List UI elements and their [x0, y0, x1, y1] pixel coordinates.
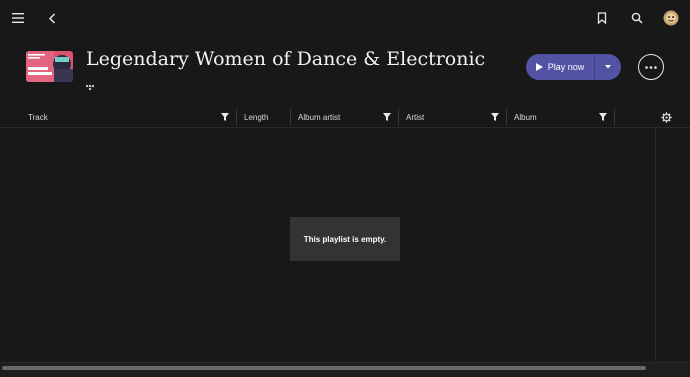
search-icon[interactable]	[630, 11, 644, 25]
column-album-label: Album	[514, 112, 537, 122]
filter-icon[interactable]	[218, 113, 232, 121]
column-edge	[655, 128, 656, 361]
top-bar	[0, 0, 690, 36]
column-album-artist[interactable]: Album artist	[292, 106, 394, 128]
page-title: Legendary Women of Dance & Electronic	[86, 48, 486, 70]
user-avatar[interactable]	[663, 10, 679, 26]
column-divider[interactable]	[398, 109, 399, 125]
column-header-row: Track Length Album artist Artist Album	[0, 106, 690, 128]
horizontal-scrollbar-thumb[interactable]	[2, 366, 646, 370]
empty-state-message: This playlist is empty.	[290, 217, 400, 261]
column-length[interactable]: Length	[238, 106, 288, 128]
column-length-label: Length	[244, 112, 269, 122]
column-divider[interactable]	[506, 109, 507, 125]
playlist-cover	[26, 51, 73, 82]
column-divider[interactable]	[614, 109, 615, 125]
play-options-button[interactable]	[595, 54, 621, 80]
column-album-artist-label: Album artist	[298, 112, 341, 122]
column-artist[interactable]: Artist	[400, 106, 502, 128]
column-track[interactable]: Track	[22, 106, 232, 128]
play-icon	[535, 63, 543, 71]
column-track-label: Track	[28, 112, 48, 122]
settings-icon[interactable]	[659, 110, 673, 124]
column-divider[interactable]	[236, 109, 237, 125]
filter-icon[interactable]	[380, 113, 394, 121]
play-button-group: Play now	[526, 54, 621, 80]
menu-icon[interactable]	[11, 11, 25, 25]
tidal-icon	[85, 78, 95, 96]
column-album[interactable]: Album	[508, 106, 610, 128]
play-now-button[interactable]: Play now	[526, 54, 594, 80]
filter-icon[interactable]	[596, 113, 610, 121]
more-button[interactable]	[638, 54, 664, 80]
back-icon[interactable]	[45, 11, 59, 25]
play-now-label: Play now	[547, 62, 585, 72]
caret-down-icon	[605, 65, 611, 69]
more-icon	[645, 65, 657, 69]
bookmark-icon[interactable]	[595, 11, 609, 25]
column-artist-label: Artist	[406, 112, 425, 122]
empty-state-text: This playlist is empty.	[303, 234, 387, 244]
column-divider[interactable]	[290, 109, 291, 125]
filter-icon[interactable]	[488, 113, 502, 121]
